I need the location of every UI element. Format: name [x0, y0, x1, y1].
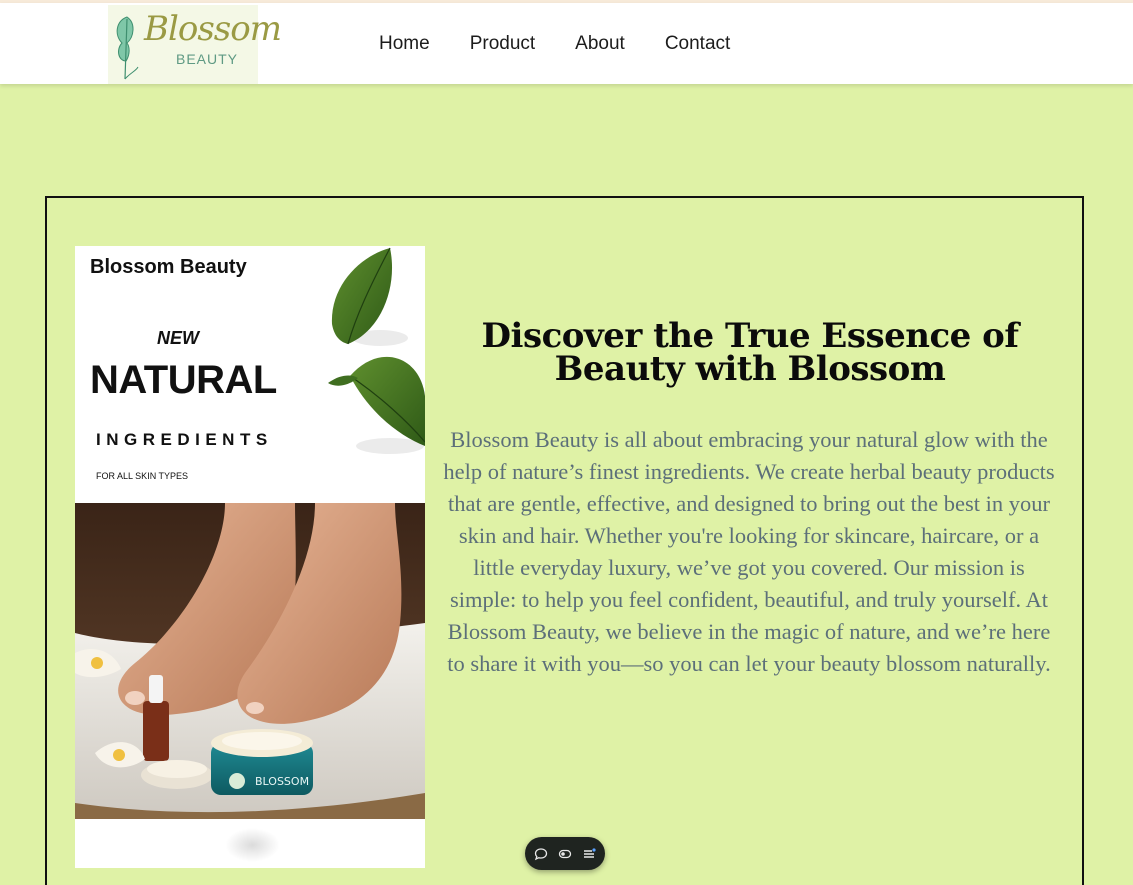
logo-script: Blossom: [144, 9, 282, 49]
main-nav: Home Product About Contact: [379, 33, 730, 55]
green-leaves-icon: [328, 247, 425, 454]
toggle-icon: [558, 849, 572, 858]
menu-button[interactable]: [581, 846, 597, 862]
promo-headline: NATURAL: [90, 358, 277, 402]
promo-subheadline: INGREDIENTS: [96, 430, 273, 449]
jar-label: BLOSSOM: [255, 775, 309, 788]
nav-home-link[interactable]: Home: [379, 33, 430, 55]
nav-product-link[interactable]: Product: [470, 33, 535, 55]
promo-brand: Blossom Beauty: [90, 256, 247, 278]
promo-tagline: FOR ALL SKIN TYPES: [96, 471, 189, 481]
site-header: Blossom BEAUTY Home Product About Contac…: [0, 3, 1133, 84]
logo[interactable]: Blossom BEAUTY: [108, 5, 282, 84]
logo-subtitle: BEAUTY: [176, 51, 239, 67]
hero-description: Blossom Beauty is all about embracing yo…: [443, 427, 1055, 676]
hero-heading: Discover the True Essence of Beauty with…: [481, 316, 1019, 389]
promo-image: Blossom Beauty NEW NATURAL INGREDIENTS F…: [75, 246, 425, 868]
menu-icon: [584, 847, 596, 858]
floating-toolbar: [525, 837, 605, 870]
comment-icon: [534, 847, 548, 860]
nav-contact-link[interactable]: Contact: [665, 33, 730, 55]
butterfly-leaf-icon: [116, 16, 139, 80]
promo-new-label: NEW: [157, 328, 199, 348]
promo-shadow: [225, 828, 280, 862]
nav-about-link[interactable]: About: [575, 33, 625, 55]
spa-feet-photo: BLOSSOM: [75, 503, 425, 819]
toggle-button[interactable]: [557, 846, 573, 862]
comment-button[interactable]: [533, 846, 549, 862]
